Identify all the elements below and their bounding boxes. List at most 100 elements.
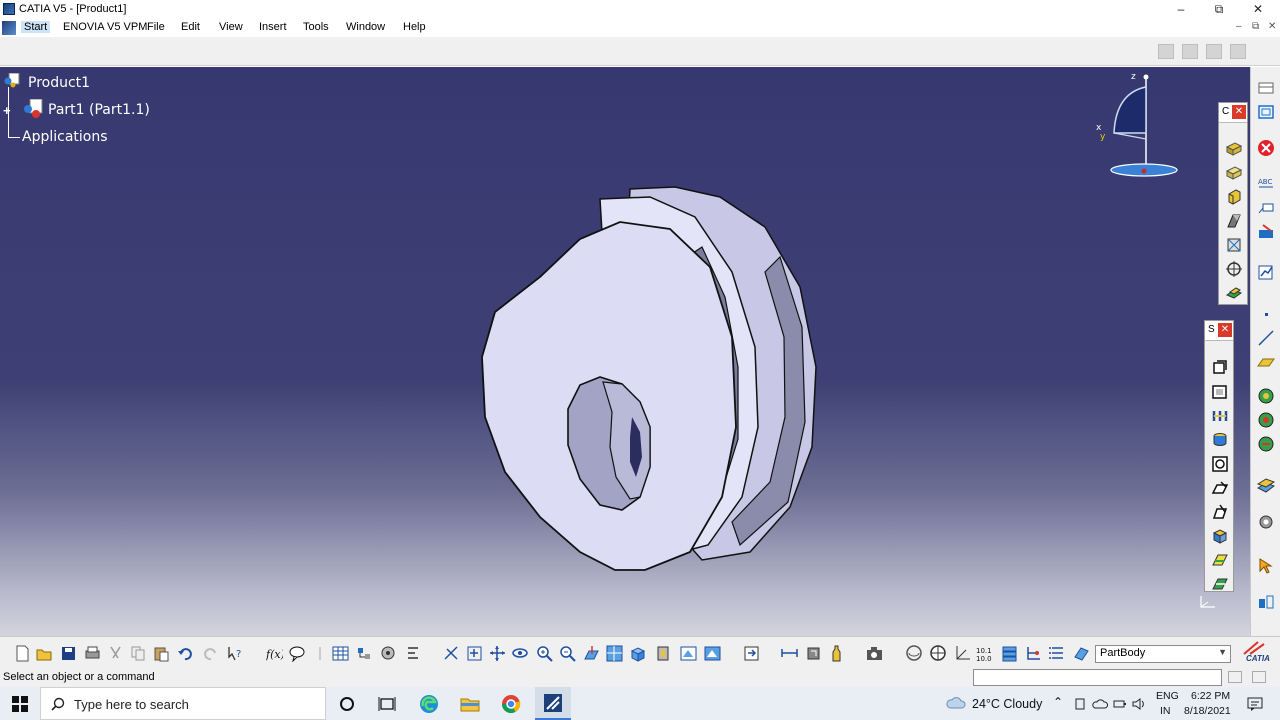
align-icon[interactable] — [405, 645, 422, 662]
capture-icon[interactable] — [866, 645, 883, 662]
menu-edit[interactable]: Edit — [181, 21, 200, 33]
circle-tool-icon[interactable] — [1211, 455, 1229, 473]
undo-icon[interactable] — [177, 645, 194, 662]
cloud-sync-icon[interactable] — [1092, 697, 1108, 711]
power-input-field[interactable] — [973, 669, 1222, 686]
print-icon[interactable] — [84, 645, 101, 662]
formula-icon[interactable]: f(x) — [266, 645, 283, 662]
hide-show-icon[interactable] — [680, 645, 697, 662]
window-tile-icon[interactable] — [1257, 79, 1275, 97]
disabled-tool-icon[interactable] — [1158, 44, 1174, 59]
copy-icon[interactable] — [130, 645, 147, 662]
boolean-remove-icon[interactable] — [1257, 411, 1275, 429]
menu-help[interactable]: Help — [403, 21, 426, 33]
box-icon[interactable] — [1211, 527, 1229, 545]
new-icon[interactable] — [14, 645, 31, 662]
axis-icon[interactable] — [954, 645, 971, 662]
rotate-tool-icon[interactable] — [1211, 407, 1229, 425]
doc-restore-button[interactable]: ⧉ — [1252, 21, 1259, 32]
precision-icon[interactable]: 10.110.0 — [976, 645, 996, 662]
point-icon[interactable] — [1257, 305, 1275, 323]
part-3d-model[interactable] — [440, 177, 840, 587]
select-arrow-icon[interactable] — [1257, 557, 1275, 575]
plane-edit-icon[interactable] — [1211, 479, 1229, 497]
menu-window[interactable]: Window — [346, 21, 385, 33]
edge-browser-icon[interactable] — [418, 693, 440, 715]
whats-this-icon[interactable]: ? — [227, 645, 244, 662]
tree-expand-tool-icon[interactable] — [1025, 645, 1042, 662]
hole-icon[interactable] — [1225, 236, 1243, 254]
task-view-icon[interactable] — [376, 693, 398, 715]
menu-enovia[interactable]: ENOVIA V5 VPM — [63, 21, 147, 33]
product-icon[interactable] — [4, 73, 20, 88]
cut-icon[interactable] — [107, 645, 124, 662]
zoom-out-icon[interactable] — [559, 645, 576, 662]
part-design-icon[interactable] — [380, 645, 397, 662]
table-icon[interactable] — [332, 645, 349, 662]
boolean-add-icon[interactable] — [1257, 387, 1275, 405]
swap-visible-icon[interactable] — [704, 645, 721, 662]
menu-file[interactable]: File — [147, 21, 165, 33]
tree-node-product[interactable]: Product1 — [28, 75, 90, 91]
exit-icon[interactable] — [1257, 139, 1275, 157]
open-icon[interactable] — [36, 645, 53, 662]
zoom-in-icon[interactable] — [536, 645, 553, 662]
normal-view-icon[interactable] — [583, 645, 600, 662]
palette-close-button[interactable]: ✕ — [1232, 105, 1246, 119]
tree-expand-icon[interactable]: + — [3, 103, 11, 118]
menu-tools[interactable]: Tools — [303, 21, 329, 33]
bottle-icon[interactable] — [828, 645, 845, 662]
notification-icon[interactable] — [1247, 696, 1263, 712]
menu-insert[interactable]: Insert — [259, 21, 287, 33]
sketch-tool-icon[interactable] — [1211, 359, 1229, 377]
thickness-icon[interactable] — [1211, 575, 1229, 593]
line-icon[interactable] — [1257, 329, 1275, 347]
rib-icon[interactable] — [1225, 260, 1243, 278]
catalog-icon[interactable] — [356, 645, 373, 662]
windows-start-icon[interactable] — [12, 696, 28, 712]
positioned-sketch-icon[interactable] — [1211, 383, 1229, 401]
compass[interactable]: z x y — [1094, 71, 1180, 185]
palette-close-button[interactable]: ✕ — [1218, 323, 1232, 337]
tree-node-applications[interactable]: Applications — [22, 129, 108, 145]
shaft-icon[interactable] — [1225, 188, 1243, 206]
plane-icon[interactable] — [1257, 353, 1275, 371]
groove-icon[interactable] — [1225, 212, 1243, 230]
document-icon[interactable] — [2, 21, 16, 35]
status-panel-icon[interactable] — [1252, 671, 1266, 683]
layers-icon[interactable] — [1001, 645, 1018, 662]
knowledge-icon[interactable] — [289, 645, 306, 662]
doc-close-button[interactable]: ✕ — [1268, 21, 1276, 32]
menu-start[interactable]: Start — [21, 21, 51, 33]
draft-icon[interactable] — [1211, 503, 1229, 521]
assembly-icon[interactable] — [1257, 593, 1275, 611]
show-hidden-icons-icon[interactable]: ⌃ — [1053, 695, 1063, 709]
update-icon[interactable] — [743, 645, 760, 662]
constraint-icon[interactable] — [781, 645, 798, 662]
clash-icon[interactable] — [805, 645, 822, 662]
workbench-icon[interactable] — [1073, 645, 1090, 662]
boolean-intersect-icon[interactable] — [1257, 435, 1275, 453]
shading-icon[interactable] — [655, 645, 672, 662]
rotate-view-icon[interactable] — [512, 645, 529, 662]
apply-material-icon[interactable] — [1257, 477, 1275, 495]
fit-all-icon[interactable] — [466, 645, 483, 662]
weather-cloud-icon[interactable] — [946, 696, 966, 710]
workbench-dropdown[interactable]: PartBody ▼ — [1095, 645, 1231, 663]
tree-node-part[interactable]: Part1 (Part1.1) — [48, 102, 150, 118]
surface-icon[interactable] — [1211, 551, 1229, 569]
redo-icon[interactable] — [202, 645, 219, 662]
maximize-button[interactable]: ⧉ — [1199, 0, 1239, 19]
device-icon[interactable] — [1073, 697, 1087, 711]
minimize-button[interactable]: – — [1161, 0, 1201, 19]
input-language[interactable]: ENG — [1156, 690, 1179, 702]
close-button[interactable]: ✕ — [1238, 0, 1278, 19]
analysis-icon[interactable] — [1257, 263, 1275, 281]
gear-icon[interactable] — [1257, 513, 1275, 531]
volume-icon[interactable] — [1131, 697, 1147, 711]
stiffener-icon[interactable] — [1225, 284, 1243, 302]
battery-icon[interactable] — [1113, 697, 1127, 711]
iso-view-icon[interactable] — [629, 645, 646, 662]
chrome-icon[interactable] — [500, 693, 522, 715]
web-icon[interactable] — [906, 645, 923, 662]
